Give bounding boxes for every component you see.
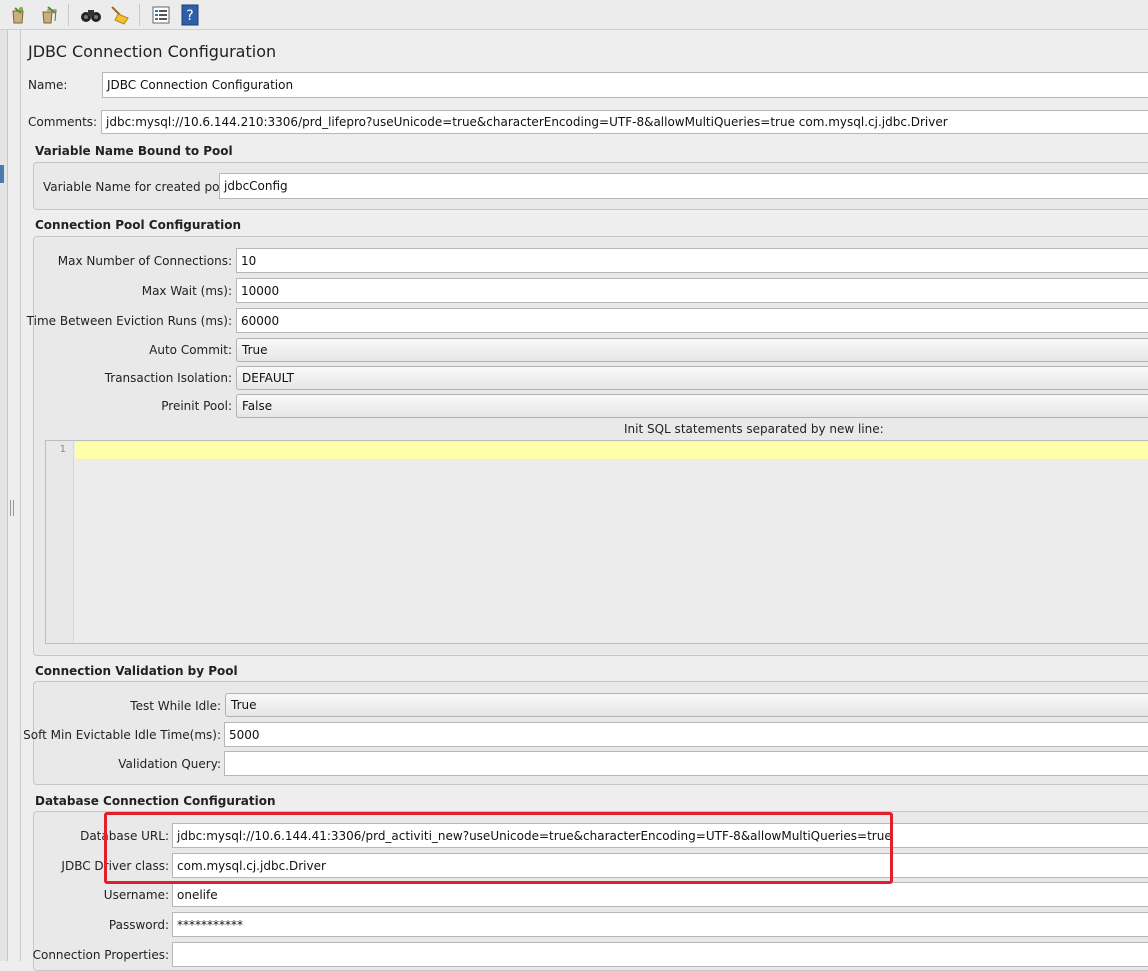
validation-query-label: Validation Query:	[118, 757, 221, 771]
clear-all-icon[interactable]	[37, 3, 61, 27]
validation-query-field[interactable]	[224, 751, 1148, 776]
pool-var-field[interactable]: jdbcConfig	[219, 173, 1148, 199]
sql-line-number: 1	[59, 444, 66, 455]
svg-text:?: ?	[186, 8, 193, 24]
isolation-label: Transaction Isolation:	[104, 371, 232, 385]
eviction-field-value: 60000	[241, 313, 280, 328]
connection-properties-field[interactable]	[172, 942, 1148, 967]
toolbar: ?	[0, 0, 1148, 30]
sql-current-line[interactable]	[75, 442, 1148, 459]
page-title: JDBC Connection Configuration	[28, 42, 277, 61]
isolation-select[interactable]: DEFAULT	[236, 366, 1148, 390]
eviction-field[interactable]: 60000	[236, 308, 1148, 333]
test-idle-select-value: True	[231, 698, 257, 712]
db-section-title: Database Connection Configuration	[35, 794, 276, 808]
auto-commit-label: Auto Commit:	[149, 343, 232, 357]
init-sql-label: Init SQL statements separated by new lin…	[624, 422, 884, 436]
comments-field-value: jdbc:mysql://10.6.144.210:3306/prd_lifep…	[106, 115, 948, 129]
annotation-highlight-box	[104, 812, 893, 884]
password-field-value: ***********	[177, 917, 243, 932]
split-pane-divider[interactable]	[20, 30, 21, 961]
init-sql-editor[interactable]	[45, 440, 1148, 644]
username-field[interactable]: onelife	[172, 882, 1148, 907]
reset-search-broom-icon[interactable]	[108, 3, 132, 27]
name-label: Name:	[28, 78, 68, 92]
max-connections-field[interactable]: 10	[236, 248, 1148, 273]
preinit-select-value: False	[242, 399, 273, 413]
isolation-select-value: DEFAULT	[242, 371, 294, 385]
comments-label: Comments:	[28, 115, 98, 129]
soft-min-label: Soft Min Evictable Idle Time(ms):	[23, 728, 221, 742]
comments-field[interactable]: jdbc:mysql://10.6.144.210:3306/prd_lifep…	[101, 110, 1148, 134]
password-field[interactable]: ***********	[172, 912, 1148, 937]
max-wait-label: Max Wait (ms):	[141, 284, 232, 298]
max-connections-label: Max Number of Connections:	[57, 254, 232, 268]
function-helper-list-icon[interactable]	[149, 3, 173, 27]
auto-commit-select[interactable]: True	[236, 338, 1148, 362]
name-field-value: JDBC Connection Configuration	[107, 78, 294, 92]
toolbar-separator	[68, 4, 69, 26]
preinit-select[interactable]: False	[236, 394, 1148, 418]
help-icon[interactable]: ?	[178, 3, 202, 27]
tree-selection-marker	[0, 165, 4, 183]
connection-properties-label: Connection Properties:	[32, 948, 169, 962]
sql-line-gutter	[46, 441, 74, 643]
name-field[interactable]: JDBC Connection Configuration	[102, 72, 1148, 98]
variable-section-title: Variable Name Bound to Pool	[35, 144, 233, 158]
username-field-value: onelife	[177, 887, 218, 902]
max-connections-field-value: 10	[241, 253, 257, 268]
max-wait-field[interactable]: 10000	[236, 278, 1148, 303]
username-label: Username:	[103, 888, 169, 902]
test-idle-label: Test While Idle:	[130, 699, 221, 713]
eviction-label: Time Between Eviction Runs (ms):	[26, 314, 232, 328]
max-wait-field-value: 10000	[241, 283, 280, 298]
clear-icon[interactable]	[6, 3, 30, 27]
test-idle-select[interactable]: True	[225, 693, 1148, 717]
pool-section-title: Connection Pool Configuration	[35, 218, 242, 232]
preinit-label: Preinit Pool:	[161, 399, 232, 413]
validation-section-title: Connection Validation by Pool	[35, 664, 238, 678]
toolbar-separator	[139, 4, 140, 26]
password-label: Password:	[108, 918, 169, 932]
pool-var-label: Variable Name for created pool:	[43, 180, 235, 194]
pool-var-field-value: jdbcConfig	[224, 179, 288, 193]
auto-commit-select-value: True	[242, 343, 268, 357]
soft-min-field-value: 5000	[229, 727, 260, 742]
soft-min-field[interactable]: 5000	[224, 722, 1148, 747]
split-pane-grip[interactable]	[10, 500, 14, 516]
search-binoculars-icon[interactable]	[79, 3, 103, 27]
